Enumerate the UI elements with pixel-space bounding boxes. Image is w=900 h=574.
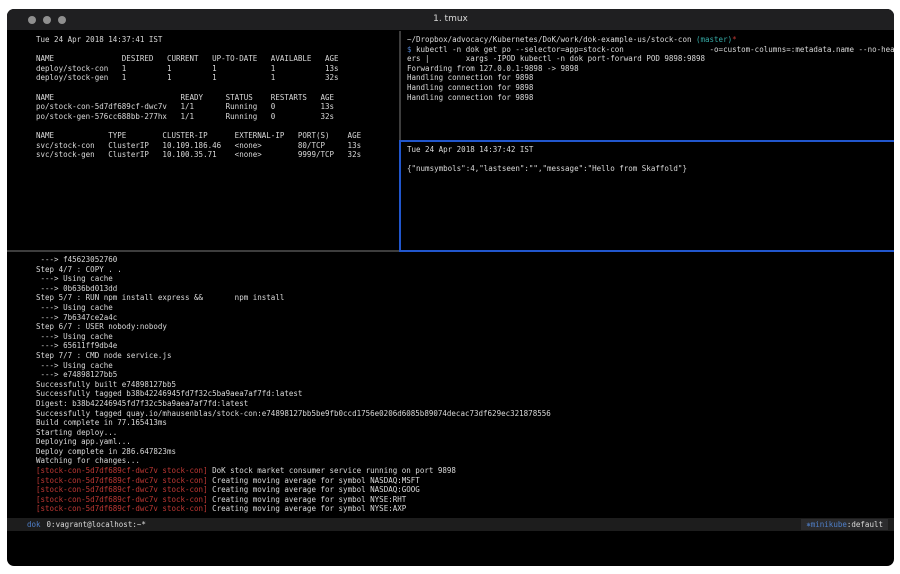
pane-skaffold-log[interactable]: ---> f45623052760Step 4/7 : COPY . . ---… <box>7 252 894 518</box>
terminal-line: ---> 7b6347ce2a4c <box>36 313 891 323</box>
window-titlebar[interactable]: 1. tmux <box>7 9 894 31</box>
terminal-line: deploy/stock-con 1 1 1 1 13s <box>36 64 396 74</box>
terminal-line: NAME READY STATUS RESTARTS AGE <box>36 93 396 103</box>
terminal-line <box>36 45 396 55</box>
pane-divider-main-active[interactable] <box>399 250 894 252</box>
terminal-line: Handling connection for 9898 <box>407 93 891 103</box>
terminal-line: po/stock-gen-576cc688bb-277hx 1/1 Runnin… <box>36 112 396 122</box>
terminal-line: Deploying app.yaml... <box>36 437 891 447</box>
terminal-line: ---> Using cache <box>36 332 891 342</box>
terminal-line: ---> Using cache <box>36 361 891 371</box>
terminal-line: deploy/stock-gen 1 1 1 1 32s <box>36 73 396 83</box>
terminal-line: svc/stock-gen ClusterIP 10.100.35.71 <no… <box>36 150 396 160</box>
terminal-line: ---> Using cache <box>36 303 891 313</box>
pane-divider-vertical[interactable] <box>399 31 401 140</box>
terminal-line: ---> 0b636bd013dd <box>36 284 891 294</box>
terminal-line: Successfully tagged quay.io/mhausenblas/… <box>36 409 891 419</box>
terminal-line: $ kubectl -n dok get po --selector=app=s… <box>407 45 891 55</box>
terminal-line: ---> Using cache <box>36 274 891 284</box>
terminal-line: Deploy complete in 286.647823ms <box>36 447 891 457</box>
terminal-line: Handling connection for 9898 <box>407 83 891 93</box>
terminal-line <box>407 155 891 165</box>
terminal-line: Tue 24 Apr 2018 14:37:41 IST <box>36 35 396 45</box>
terminal-line: Step 7/7 : CMD node service.js <box>36 351 891 361</box>
terminal-line: [stock-con-5d7df689cf-dwc7v stock-con] C… <box>36 504 891 514</box>
terminal-line: [stock-con-5d7df689cf-dwc7v stock-con] C… <box>36 476 891 486</box>
terminal-line: Starting deploy... <box>36 428 891 438</box>
terminal-line <box>36 83 396 93</box>
tmux-session-name: dok <box>27 520 41 529</box>
terminal-line: Step 4/7 : COPY . . <box>36 265 891 275</box>
terminal-line <box>36 121 396 131</box>
terminal-line: Successfully built e74898127bb5 <box>36 380 891 390</box>
pane-divider-main[interactable] <box>7 250 399 252</box>
terminal-line: Forwarding from 127.0.0.1:9898 -> 9898 <box>407 64 891 74</box>
terminal-line: Watching for changes... <box>36 456 891 466</box>
terminal-line: [stock-con-5d7df689cf-dwc7v stock-con] D… <box>36 466 891 476</box>
kube-context-indicator: ⎈ minikube :default <box>801 519 888 530</box>
pane-divider-vertical-active[interactable] <box>399 140 401 252</box>
terminal-line: Handling connection for 9898 <box>407 73 891 83</box>
terminal-line: ~/Dropbox/advocacy/Kubernetes/DoK/work/d… <box>407 35 891 45</box>
tmux-window-tab[interactable]: 0:vagrant@localhost:~* <box>47 520 146 529</box>
terminal-line: Successfully tagged b38b42246945fd7f32c5… <box>36 389 891 399</box>
terminal-line: ers | xargs -IPOD kubectl -n dok port-fo… <box>407 54 891 64</box>
pane-divider-right-active[interactable] <box>401 140 894 142</box>
terminal-line: [stock-con-5d7df689cf-dwc7v stock-con] C… <box>36 485 891 495</box>
terminal-line: {"numsymbols":4,"lastseen":"","message":… <box>407 164 891 174</box>
pane-port-forward[interactable]: ~/Dropbox/advocacy/Kubernetes/DoK/work/d… <box>401 31 894 140</box>
kube-cluster-name: minikube <box>811 520 847 529</box>
terminal-line: ---> e74898127bb5 <box>36 370 891 380</box>
terminal-line: Step 6/7 : USER nobody:nobody <box>36 322 891 332</box>
terminal-line: Step 5/7 : RUN npm install express && np… <box>36 293 891 303</box>
terminal-line: Build complete in 77.165413ms <box>36 418 891 428</box>
pane-kubectl-watch[interactable]: Tue 24 Apr 2018 14:37:41 IST NAME DESIRED… <box>7 31 399 250</box>
terminal-line: Tue 24 Apr 2018 14:37:42 IST <box>407 145 891 155</box>
terminal-line: svc/stock-con ClusterIP 10.109.186.46 <n… <box>36 141 396 151</box>
terminal-line: [stock-con-5d7df689cf-dwc7v stock-con] C… <box>36 495 891 505</box>
terminal-line: Digest: b38b42246945fd7f32c5ba9aea7af7fd… <box>36 399 891 409</box>
terminal-line: ---> 65611ff9db4e <box>36 341 891 351</box>
terminal-line: NAME TYPE CLUSTER-IP EXTERNAL-IP PORT(S)… <box>36 131 396 141</box>
terminal-line: po/stock-con-5d7df689cf-dwc7v 1/1 Runnin… <box>36 102 396 112</box>
terminal-window: 1. tmux Tue 24 Apr 2018 14:37:41 IST NAME… <box>7 9 894 566</box>
pane-curl-output-active[interactable]: Tue 24 Apr 2018 14:37:42 IST {"numsymbols… <box>401 142 894 250</box>
terminal-line: ---> f45623052760 <box>36 255 891 265</box>
terminal-line: NAME DESIRED CURRENT UP-TO-DATE AVAILABL… <box>36 54 396 64</box>
kube-namespace: :default <box>847 520 883 529</box>
window-title: 1. tmux <box>7 14 894 24</box>
tmux-status-bar: dok 0:vagrant@localhost:~* ⎈ minikube :d… <box>7 518 894 531</box>
